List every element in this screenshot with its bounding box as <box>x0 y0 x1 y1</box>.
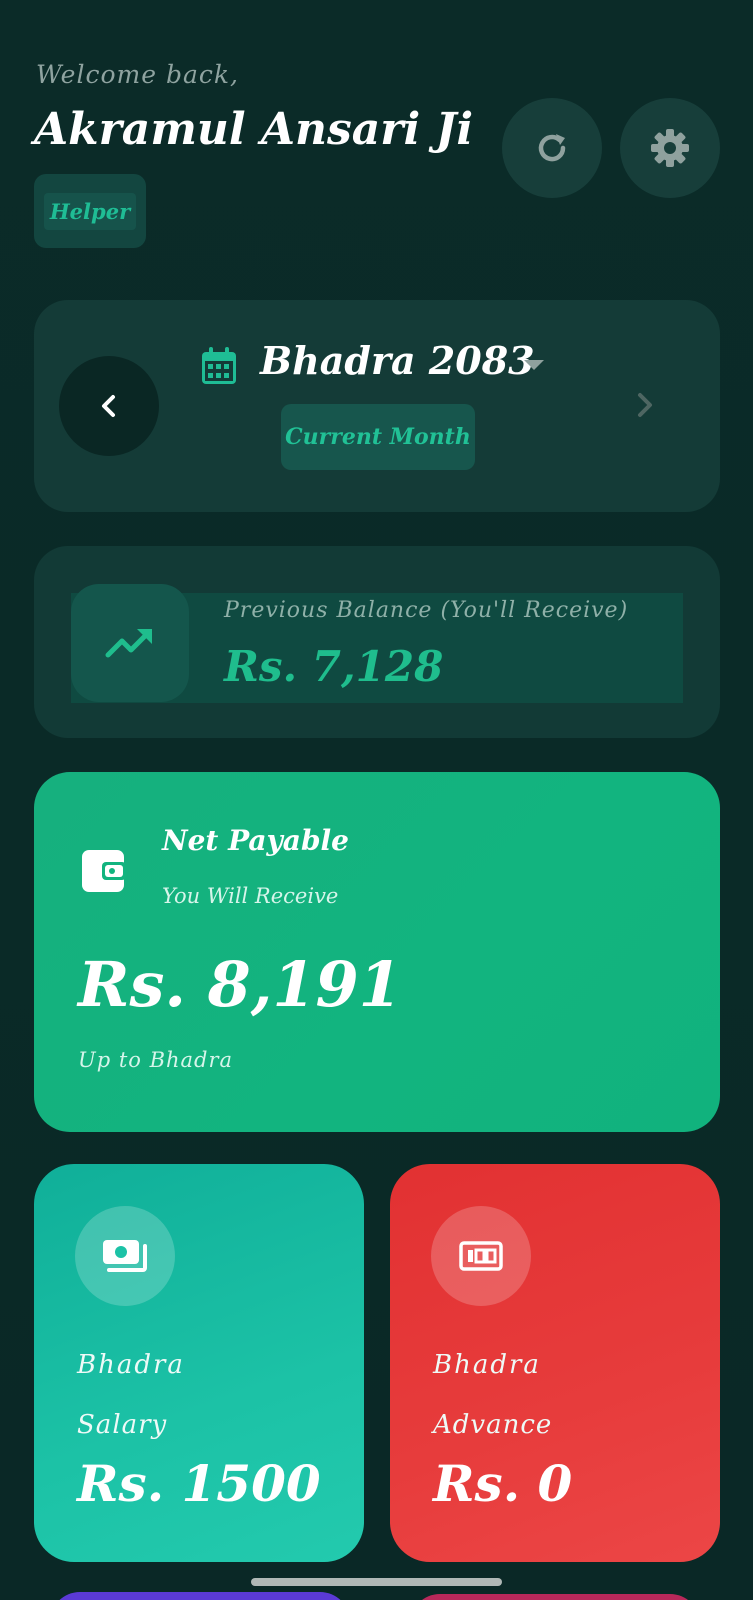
user-name: Akramul Ansari Ji <box>34 104 474 155</box>
advance-month: Bhadra <box>433 1350 541 1380</box>
advance-icon-circle <box>431 1206 531 1306</box>
settings-button[interactable] <box>620 98 720 198</box>
next-card-peek-left <box>50 1592 350 1600</box>
net-payable-subtitle: You Will Receive <box>162 884 339 908</box>
refresh-icon <box>538 134 566 162</box>
next-card-peek-right <box>410 1594 700 1600</box>
salary-icon-circle <box>75 1206 175 1306</box>
previous-month-button[interactable] <box>59 356 159 456</box>
previous-balance-card: Previous Balance (You'll Receive) Rs. 7,… <box>34 546 720 738</box>
banknote-icon <box>459 1241 503 1271</box>
caret-down-icon[interactable] <box>522 358 546 372</box>
salary-month: Bhadra <box>77 1350 185 1380</box>
calendar-icon <box>202 347 236 384</box>
trending-up-icon <box>105 629 152 658</box>
advance-label: Advance <box>433 1410 553 1440</box>
net-payable-amount: Rs. 8,191 <box>78 948 402 1021</box>
salary-label: Salary <box>77 1410 168 1440</box>
current-month-badge: Current Month <box>281 404 475 470</box>
money-icon <box>103 1240 147 1272</box>
next-month-button[interactable] <box>620 380 670 430</box>
net-payable-card[interactable]: Net Payable You Will Receive Rs. 8,191 U… <box>34 772 720 1132</box>
wallet-icon <box>82 850 126 892</box>
net-payable-title: Net Payable <box>162 824 349 857</box>
welcome-text: Welcome back, <box>36 60 239 89</box>
salary-amount: Rs. 1500 <box>77 1454 321 1513</box>
month-title[interactable]: Bhadra 2083 <box>260 338 535 383</box>
salary-card[interactable]: Bhadra Salary Rs. 1500 <box>34 1164 364 1562</box>
previous-balance-amount: Rs. 7,128 <box>224 642 444 691</box>
month-selector-card: Bhadra 2083 Current Month <box>34 300 720 512</box>
refresh-button[interactable] <box>502 98 602 198</box>
home-indicator[interactable] <box>251 1578 502 1586</box>
role-badge: Helper <box>34 174 146 248</box>
previous-balance-label: Previous Balance (You'll Receive) <box>224 598 629 623</box>
role-label: Helper <box>43 192 137 230</box>
previous-balance-icon-box <box>71 584 189 702</box>
chevron-left-icon <box>102 395 115 417</box>
chevron-right-icon <box>638 393 652 417</box>
gear-icon <box>651 129 689 167</box>
advance-amount: Rs. 0 <box>433 1454 573 1513</box>
advance-card[interactable]: Bhadra Advance Rs. 0 <box>390 1164 720 1562</box>
net-payable-note: Up to Bhadra <box>78 1048 234 1072</box>
